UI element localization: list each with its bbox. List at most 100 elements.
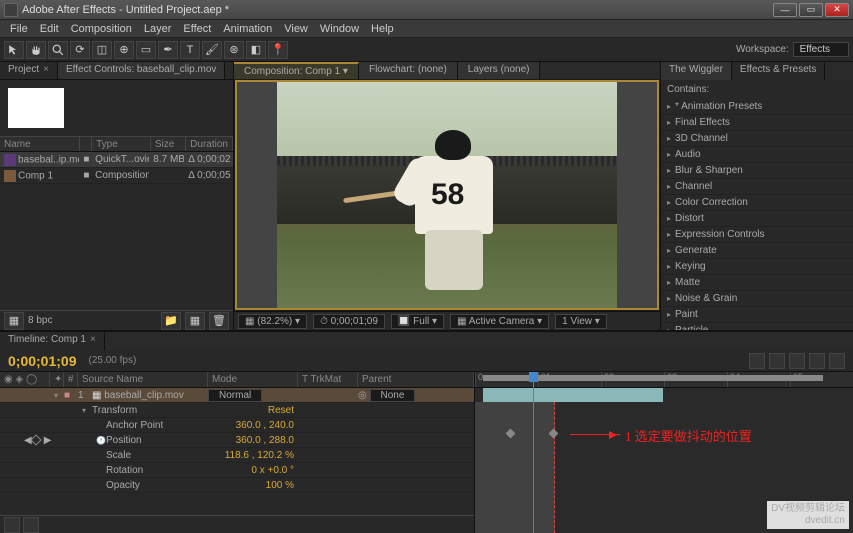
window-title: Adobe After Effects - Untitled Project.a… <box>22 4 773 16</box>
annotation-text: 1 选定要做抖动的位置 <box>625 426 752 445</box>
contains-label: Contains: <box>667 84 709 95</box>
effect-category[interactable]: Keying <box>661 259 853 275</box>
tl-icon-5[interactable] <box>829 353 845 369</box>
col-label[interactable] <box>80 137 92 151</box>
trash-icon[interactable]: 🗑 <box>209 312 229 330</box>
effect-category[interactable]: Channel <box>661 179 853 195</box>
new-folder-icon[interactable]: 📁 <box>161 312 181 330</box>
layer-row[interactable]: ▾ ■ 1 ▦ baseball_clip.mov Normal ◎ None <box>0 388 474 403</box>
layer-duration-bar[interactable] <box>483 388 663 402</box>
effect-category[interactable]: Matte <box>661 275 853 291</box>
workspace-label: Workspace: <box>736 44 789 55</box>
current-timecode[interactable]: 0;00;01;09 <box>8 353 77 369</box>
hand-tool[interactable] <box>26 41 46 59</box>
menu-file[interactable]: File <box>4 21 34 37</box>
selection-tool[interactable] <box>4 41 24 59</box>
effects-presets-tab[interactable]: Effects & Presets <box>732 62 826 80</box>
effect-category[interactable]: Expression Controls <box>661 227 853 243</box>
menu-edit[interactable]: Edit <box>34 21 65 37</box>
rotate-tool[interactable]: ⟳ <box>70 41 90 59</box>
col-parent[interactable]: Parent <box>358 372 474 387</box>
col-name[interactable]: Name <box>0 137 80 151</box>
composition-viewer[interactable]: 58 <box>235 80 659 310</box>
project-item-footage[interactable]: basebal..ip.mov ■ QuickT...ovie 8.7 MB Δ… <box>0 152 233 168</box>
toggle-switches-icon[interactable] <box>4 517 20 533</box>
project-item-comp[interactable]: Comp 1 ■ Composition Δ 0;00;05 <box>0 168 233 184</box>
col-type[interactable]: Type <box>92 137 151 151</box>
col-source-name[interactable]: Source Name <box>78 372 208 387</box>
effect-category[interactable]: Paint <box>661 307 853 323</box>
menu-bar: File Edit Composition Layer Effect Anima… <box>0 20 853 38</box>
bpc-toggle[interactable]: 8 bpc <box>28 315 52 326</box>
col-trkmat[interactable]: T TrkMat <box>298 372 358 387</box>
property-row[interactable]: Scale118.6 , 120.2 % <box>0 448 474 463</box>
pan-behind-tool[interactable]: ⊕ <box>114 41 134 59</box>
menu-view[interactable]: View <box>278 21 314 37</box>
property-row[interactable]: Opacity100 % <box>0 478 474 493</box>
effect-category[interactable]: Generate <box>661 243 853 259</box>
zoom-dropdown[interactable]: ▦ (82.2%) ▾ <box>238 314 307 329</box>
effect-category[interactable]: Noise & Grain <box>661 291 853 307</box>
clone-tool[interactable]: ⊛ <box>224 41 244 59</box>
jersey-number: 58 <box>431 178 464 212</box>
interpret-footage-icon[interactable]: ▦ <box>4 312 24 330</box>
effect-controls-tab[interactable]: Effect Controls: baseball_clip.mov <box>58 62 225 79</box>
timeline-tab[interactable]: Timeline: Comp 1× <box>0 332 105 350</box>
col-mode[interactable]: Mode <box>208 372 298 387</box>
effect-category[interactable]: Color Correction <box>661 195 853 211</box>
project-tab[interactable]: Project× <box>0 62 58 79</box>
project-thumbnail <box>8 88 64 128</box>
viewer-timecode[interactable]: ⏱ 0;00;01;09 <box>313 314 385 329</box>
wiggler-tab[interactable]: The Wiggler <box>661 62 732 80</box>
fps-label: (25.00 fps) <box>89 355 137 366</box>
eraser-tool[interactable]: ◧ <box>246 41 266 59</box>
property-row[interactable]: Rotation0 x +0.0 ° <box>0 463 474 478</box>
workspace-dropdown[interactable]: Effects <box>793 42 849 57</box>
effect-category[interactable]: Audio <box>661 147 853 163</box>
camera-tool[interactable]: ◫ <box>92 41 112 59</box>
menu-animation[interactable]: Animation <box>217 21 278 37</box>
zoom-tool[interactable] <box>48 41 68 59</box>
menu-help[interactable]: Help <box>365 21 400 37</box>
toggle-modes-icon[interactable] <box>23 517 39 533</box>
type-tool[interactable]: T <box>180 41 200 59</box>
effect-category[interactable]: Distort <box>661 211 853 227</box>
menu-composition[interactable]: Composition <box>65 21 138 37</box>
effect-category[interactable]: Final Effects <box>661 115 853 131</box>
watermark: DV视频剪辑论坛 dvedit.cn <box>767 501 849 529</box>
tl-icon-1[interactable] <box>749 353 765 369</box>
new-comp-icon[interactable]: ▦ <box>185 312 205 330</box>
view-dropdown[interactable]: 1 View ▾ <box>555 314 607 329</box>
property-row[interactable]: Anchor Point360.0 , 240.0 <box>0 418 474 433</box>
effect-category[interactable]: * Animation Presets <box>661 99 853 115</box>
pen-tool[interactable]: ✒ <box>158 41 178 59</box>
tl-icon-3[interactable] <box>789 353 805 369</box>
tl-icon-4[interactable] <box>809 353 825 369</box>
effects-list[interactable]: * Animation PresetsFinal Effects3D Chann… <box>661 99 853 330</box>
maximize-button[interactable]: ▭ <box>799 3 823 17</box>
col-duration[interactable]: Duration <box>186 137 233 151</box>
property-row[interactable]: ◀ ▶🕐Position360.0 , 288.0 <box>0 433 474 448</box>
tl-icon-2[interactable] <box>769 353 785 369</box>
comp-tab[interactable]: Composition: Comp 1 ▾ <box>234 62 359 79</box>
effect-category[interactable]: Blur & Sharpen <box>661 163 853 179</box>
close-button[interactable]: ✕ <box>825 3 849 17</box>
shape-tool[interactable]: ▭ <box>136 41 156 59</box>
minimize-button[interactable]: — <box>773 3 797 17</box>
flowchart-tab[interactable]: Flowchart: (none) <box>359 62 458 79</box>
app-icon <box>4 3 18 17</box>
puppet-tool[interactable]: 📍 <box>268 41 288 59</box>
col-size[interactable]: Size <box>151 137 186 151</box>
annotation-arrow <box>570 434 620 435</box>
effect-category[interactable]: 3D Channel <box>661 131 853 147</box>
effect-category[interactable]: Particle <box>661 323 853 330</box>
transform-group[interactable]: ▾ Transform Reset <box>0 403 474 418</box>
tool-bar: ⟳ ◫ ⊕ ▭ ✒ T 🖌 ⊛ ◧ 📍 Workspace: Effects <box>0 38 853 62</box>
menu-window[interactable]: Window <box>314 21 365 37</box>
layers-tab[interactable]: Layers (none) <box>458 62 541 79</box>
menu-effect[interactable]: Effect <box>177 21 217 37</box>
brush-tool[interactable]: 🖌 <box>202 41 222 59</box>
menu-layer[interactable]: Layer <box>138 21 178 37</box>
camera-dropdown[interactable]: ▦ Active Camera ▾ <box>450 314 549 329</box>
resolution-dropdown[interactable]: 🔲 Full ▾ <box>391 314 444 329</box>
